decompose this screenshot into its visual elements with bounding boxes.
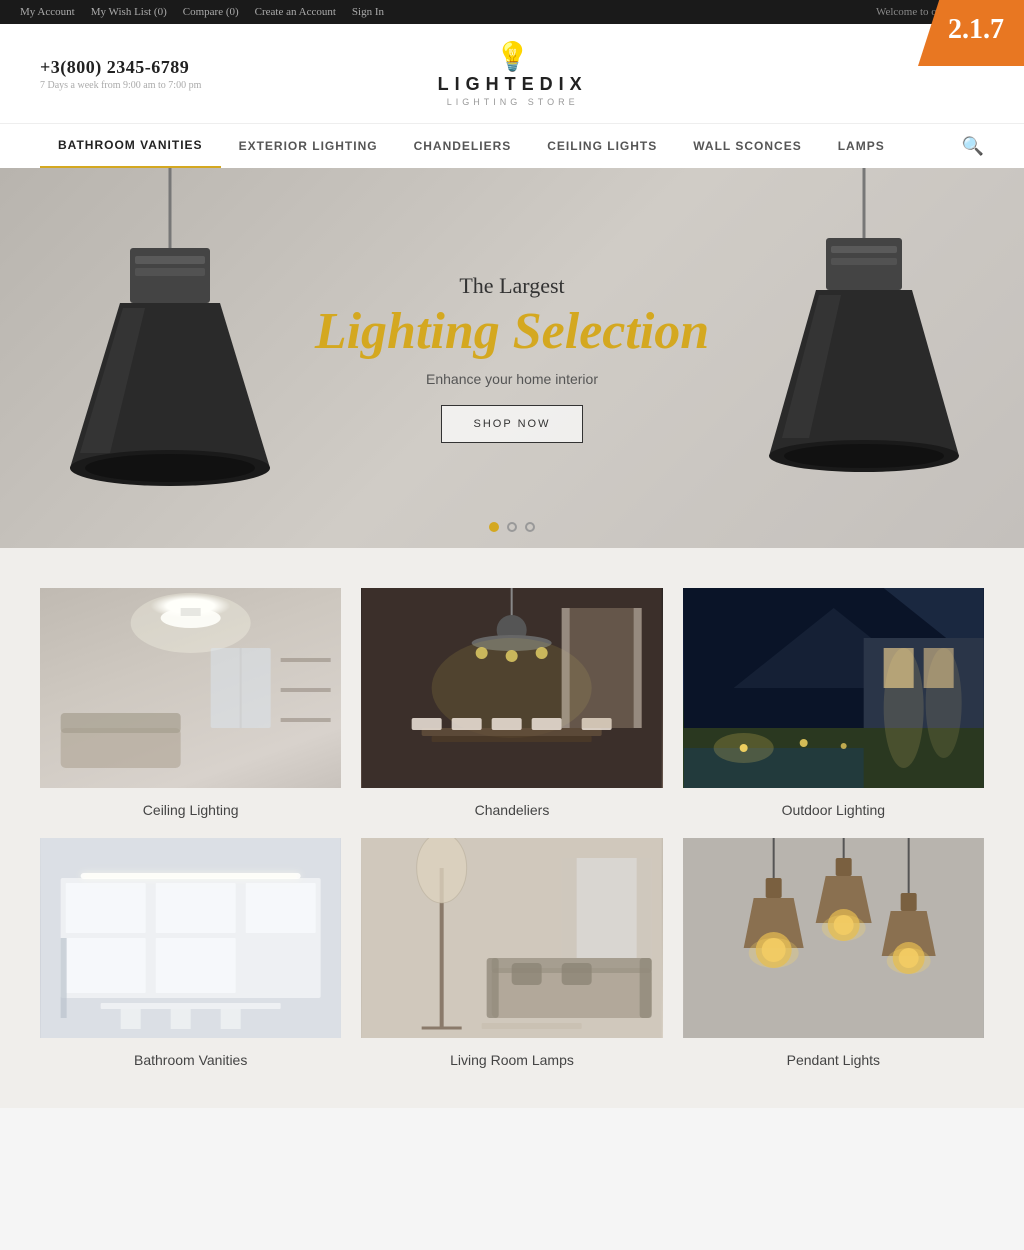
logo-text: LIGHTEDIX <box>438 74 588 95</box>
hero-carousel-dots <box>489 522 535 532</box>
category-bathroom[interactable]: Bathroom Vanities <box>40 838 341 1068</box>
chandeliers-image <box>361 588 662 788</box>
category-outdoor-lighting[interactable]: Outdoor Lighting <box>683 588 984 818</box>
logo-icon: 💡 <box>495 40 530 74</box>
nav-exterior-lighting[interactable]: EXTERIOR LIGHTING <box>221 125 396 167</box>
category-section: Ceiling Lighting <box>0 548 1024 1108</box>
category-living-room[interactable]: Living Room Lamps <box>361 838 662 1068</box>
logo[interactable]: 💡 LIGHTEDIX LIGHTING STORE <box>438 40 588 107</box>
hero-content: The Largest Lighting Selection Enhance y… <box>315 273 709 442</box>
create-account-link[interactable]: Create an Account <box>255 6 336 18</box>
pendant-lights-image <box>683 838 984 1038</box>
left-pendant-lamp <box>50 168 290 528</box>
right-pendant-lamp <box>754 168 974 508</box>
outdoor-lighting-label: Outdoor Lighting <box>683 802 984 818</box>
bathroom-label: Bathroom Vanities <box>40 1052 341 1068</box>
category-pendant-lights[interactable]: Pendant Lights <box>683 838 984 1068</box>
category-grid-row1: Ceiling Lighting <box>40 588 984 1068</box>
top-bar: My Account My Wish List (0) Compare (0) … <box>0 0 1024 24</box>
bathroom-image <box>40 838 341 1038</box>
chandeliers-label: Chandeliers <box>361 802 662 818</box>
hero-title: Lighting Selection <box>315 303 709 360</box>
nav-ceiling-lights[interactable]: CEILING LIGHTS <box>529 125 675 167</box>
ceiling-lighting-image <box>40 588 341 788</box>
main-nav: BATHROOM VANITIES EXTERIOR LIGHTING CHAN… <box>0 123 1024 168</box>
compare-link[interactable]: Compare (0) <box>183 6 239 18</box>
living-room-image <box>361 838 662 1038</box>
hero-tagline: Enhance your home interior <box>315 371 709 387</box>
hero-subtitle: The Largest <box>315 273 709 299</box>
logo-sub: LIGHTING STORE <box>447 97 579 107</box>
carousel-dot-2[interactable] <box>507 522 517 532</box>
wishlist-link[interactable]: My Wish List (0) <box>91 6 167 18</box>
category-ceiling-lighting[interactable]: Ceiling Lighting <box>40 588 341 818</box>
living-room-label: Living Room Lamps <box>361 1052 662 1068</box>
outdoor-lighting-image <box>683 588 984 788</box>
my-account-link[interactable]: My Account <box>20 6 75 18</box>
nav-wall-sconces[interactable]: WALL SCONCES <box>675 125 819 167</box>
ceiling-lighting-label: Ceiling Lighting <box>40 802 341 818</box>
hero-section: The Largest Lighting Selection Enhance y… <box>0 168 1024 548</box>
header: +3(800) 2345-6789 7 Days a week from 9:0… <box>0 24 1024 123</box>
business-hours: 7 Days a week from 9:00 am to 7:00 pm <box>40 80 201 91</box>
phone-number: +3(800) 2345-6789 <box>40 57 201 78</box>
sign-in-link[interactable]: Sign In <box>352 6 384 18</box>
nav-bathroom-vanities[interactable]: BATHROOM VANITIES <box>40 124 221 168</box>
category-chandeliers[interactable]: Chandeliers <box>361 588 662 818</box>
carousel-dot-1[interactable] <box>489 522 499 532</box>
nav-chandeliers[interactable]: CHANDELIERS <box>396 125 530 167</box>
nav-lamps[interactable]: LAMPS <box>820 125 903 167</box>
search-icon[interactable]: 🔍 <box>962 136 984 157</box>
pendant-lights-label: Pendant Lights <box>683 1052 984 1068</box>
carousel-dot-3[interactable] <box>525 522 535 532</box>
shop-now-button[interactable]: SHOP NOW <box>441 405 584 443</box>
